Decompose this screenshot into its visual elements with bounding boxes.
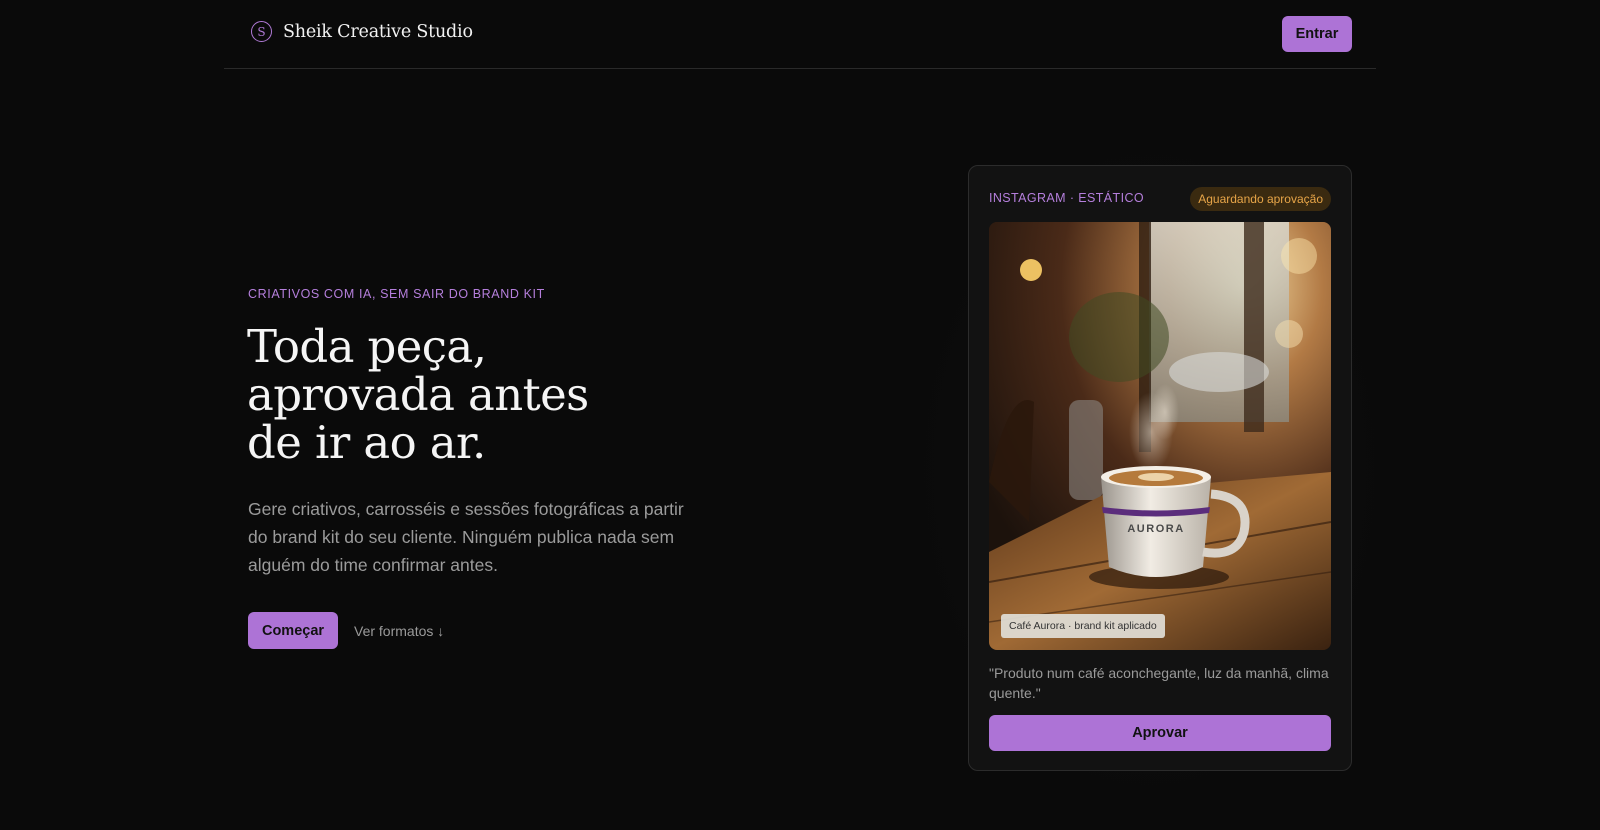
see-formats-link[interactable]: Ver formatos ↓ [354,623,444,639]
start-button[interactable]: Começar [248,612,338,649]
card-format-label: INSTAGRAM · ESTÁTICO [989,191,1144,205]
mug-brand-text: AURORA [1127,523,1184,535]
login-button[interactable]: Entrar [1282,16,1352,52]
approve-button[interactable]: Aprovar [989,715,1331,751]
hero-headline: Toda peça, aprovada antes de ir ao ar. [247,323,847,467]
brand[interactable]: S Sheik Creative Studio [251,21,473,42]
hero-eyebrow: CRIATIVOS COM IA, SEM SAIR DO BRAND KIT [248,287,545,301]
headline-line: aprovada antes [247,368,589,421]
photo-caption: Café Aurora · brand kit aplicado [1001,614,1165,638]
headline-line: Toda peça, [247,320,487,373]
creative-preview-image: AURORA Café Aurora · brand kit aplicado [989,222,1331,650]
brand-name: Sheik Creative Studio [283,21,473,42]
site-header: S Sheik Creative Studio Entrar [224,0,1376,69]
coffee-photo-illustration: AURORA [989,222,1331,650]
status-badge: Aguardando aprovação [1190,187,1331,211]
hero-subtitle: Gere criativos, carrosséis e sessões fot… [248,499,684,575]
brand-logo-icon: S [251,21,272,42]
approval-card: INSTAGRAM · ESTÁTICO Aguardando aprovaçã… [968,165,1352,771]
headline-line: de ir ao ar. [247,416,486,469]
generation-prompt: "Produto num café aconchegante, luz da m… [989,665,1329,701]
cta-row: Começar Ver formatos ↓ [248,612,444,649]
